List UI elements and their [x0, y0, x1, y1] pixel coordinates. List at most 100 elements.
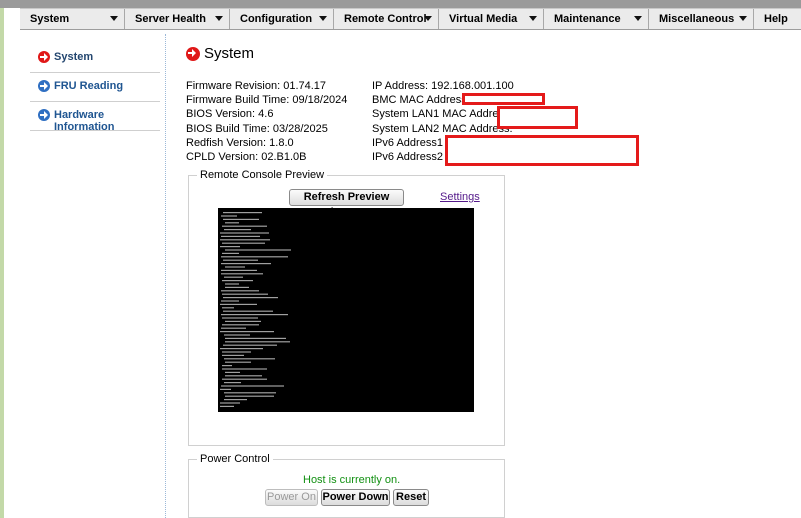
info-value: 02.B1.0B [261, 151, 307, 163]
arrow-right-icon [38, 80, 50, 92]
console-line [220, 303, 257, 305]
bios-build-time: BIOS Build Time: 03/28/2025 [186, 123, 328, 135]
info-value: 4.6 [258, 108, 274, 120]
redaction-box-bmc-mac [462, 93, 545, 105]
ipv6-address1: IPv6 Address1 : [372, 137, 449, 149]
console-line [224, 229, 251, 231]
menu-system[interactable]: System [20, 9, 125, 29]
arrow-right-icon [38, 109, 50, 121]
menu-virtual-media[interactable]: Virtual Media [439, 9, 544, 29]
redaction-box-lan1-mac [497, 106, 578, 129]
top-menubar: System Server Health Configuration Remot… [20, 8, 801, 30]
reset-button[interactable]: Reset [393, 489, 429, 506]
sidebar-item-label: Hardware Information [54, 109, 115, 133]
menu-server-health[interactable]: Server Health [125, 9, 230, 29]
console-line [220, 232, 269, 234]
console-line [225, 249, 291, 251]
console-line [225, 320, 261, 322]
console-line [221, 273, 263, 275]
console-line [222, 280, 253, 282]
console-line [223, 259, 258, 261]
console-line [222, 317, 258, 319]
sidebar-item-hardware-information[interactable]: Hardware Information [30, 102, 160, 133]
chevron-down-icon [634, 16, 642, 21]
console-line [220, 402, 240, 404]
info-value: 09/18/2024 [292, 94, 348, 106]
menu-remote-control[interactable]: Remote Control [334, 9, 439, 29]
info-label: CPLD Version: [186, 151, 259, 163]
menu-maintenance[interactable]: Maintenance [544, 9, 649, 29]
arrow-right-icon [38, 51, 50, 63]
console-line [222, 351, 251, 353]
info-label: Firmware Revision: [186, 80, 281, 92]
menu-help[interactable]: Help [754, 9, 801, 29]
console-line [223, 212, 262, 214]
console-line [222, 324, 259, 326]
console-line [221, 300, 239, 302]
sidebar-item-fru-reading[interactable]: FRU Reading [30, 73, 160, 102]
console-line [220, 239, 270, 241]
console-line [221, 290, 259, 292]
menu-label: Server Health [135, 13, 206, 25]
menu-label: Help [764, 13, 788, 25]
console-line [221, 235, 260, 237]
chevron-down-icon [215, 16, 223, 21]
console-line [220, 348, 263, 350]
console-preview-image[interactable] [218, 208, 474, 412]
refresh-preview-button[interactable]: Refresh Preview Image [289, 189, 404, 218]
left-edge-strip [0, 8, 4, 518]
console-line [223, 344, 277, 346]
power-control-legend: Power Control [197, 453, 273, 465]
console-text-lines [220, 212, 291, 407]
info-label: IP Address: [372, 80, 429, 92]
system-lan2-mac-address: System LAN2 MAC Address: [372, 123, 513, 135]
firmware-revision: Firmware Revision: 01.74.17 [186, 80, 326, 92]
power-on-button[interactable]: Power On [265, 489, 318, 506]
console-line [225, 222, 239, 224]
bios-version: BIOS Version: 4.6 [186, 108, 273, 120]
sidebar-item-label: FRU Reading [54, 80, 124, 92]
menu-label: Remote Control [344, 13, 427, 25]
menu-label: Configuration [240, 13, 313, 25]
console-line [225, 395, 274, 397]
console-line [225, 341, 290, 343]
ip-address: IP Address: 192.168.001.100 [372, 80, 514, 92]
console-line [225, 286, 249, 288]
menu-label: Maintenance [554, 13, 621, 25]
console-line [222, 225, 267, 227]
info-label: Firmware Build Time: [186, 94, 290, 106]
console-line [223, 218, 259, 220]
info-value: 1.8.0 [269, 137, 294, 149]
info-label: IPv6 Address2 : [372, 151, 450, 163]
bmc-mac-address: BMC MAC Address: [372, 94, 470, 106]
top-strip [0, 0, 801, 8]
console-line [220, 405, 234, 407]
chevron-down-icon [319, 16, 327, 21]
power-down-button[interactable]: Power Down [321, 489, 390, 506]
console-line [222, 242, 265, 244]
host-status-text: Host is currently on. [303, 474, 401, 486]
console-line [220, 388, 231, 390]
page-title: System [204, 45, 255, 62]
console-line [225, 371, 240, 373]
console-line [222, 365, 232, 367]
sidebar-item-label: System [54, 51, 94, 63]
menu-miscellaneous[interactable]: Miscellaneous [649, 9, 754, 29]
menu-label: System [30, 13, 70, 25]
chevron-down-icon [424, 16, 432, 21]
console-line [221, 385, 284, 387]
console-line [222, 293, 268, 295]
sidebar-item-system[interactable]: System [30, 44, 160, 73]
remote-console-legend: Remote Console Preview [197, 169, 328, 181]
menu-configuration[interactable]: Configuration [230, 9, 334, 29]
console-line [224, 399, 247, 401]
info-label: BMC MAC Address: [372, 94, 470, 106]
settings-link[interactable]: Settings [440, 191, 480, 203]
console-line [222, 368, 267, 370]
redfish-version: Redfish Version: 1.8.0 [186, 137, 294, 149]
console-line [225, 375, 262, 377]
cpld-version: CPLD Version: 02.B1.0B [186, 151, 306, 163]
console-line [221, 256, 288, 258]
console-line [224, 358, 275, 360]
info-value: 03/28/2025 [272, 123, 328, 135]
